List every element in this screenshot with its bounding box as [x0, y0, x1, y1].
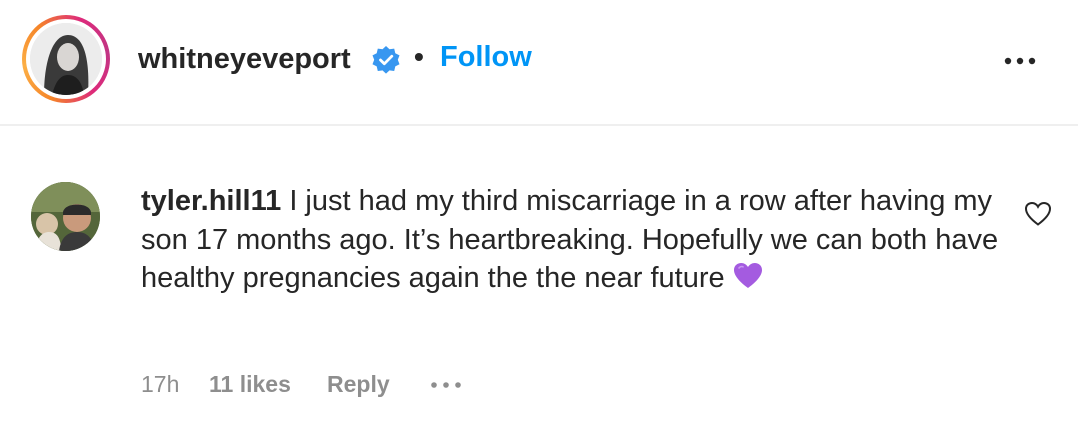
- comment-more-options-icon[interactable]: [428, 378, 464, 392]
- comment-timestamp[interactable]: 17h: [141, 368, 179, 400]
- post-username[interactable]: whitneyeveport: [138, 40, 351, 78]
- reply-button[interactable]: Reply: [327, 368, 390, 400]
- post-header: whitneyeveport • Follow: [0, 0, 1078, 126]
- comment-likes-count[interactable]: 11 likes: [209, 368, 291, 400]
- profile-avatar[interactable]: [22, 15, 110, 103]
- follow-button[interactable]: Follow: [440, 38, 532, 76]
- profile-photo: [30, 23, 102, 95]
- verified-badge-icon: [372, 46, 400, 74]
- separator-dot: •: [414, 41, 424, 72]
- commenter-avatar[interactable]: [31, 182, 100, 251]
- comment-body: tyler.hill11 I just had my third miscarr…: [141, 182, 1001, 298]
- more-options-icon[interactable]: [1002, 49, 1038, 73]
- purple-heart-icon: [733, 263, 762, 288]
- comment-author[interactable]: tyler.hill11: [141, 185, 281, 217]
- heart-outline-icon[interactable]: [1024, 201, 1052, 227]
